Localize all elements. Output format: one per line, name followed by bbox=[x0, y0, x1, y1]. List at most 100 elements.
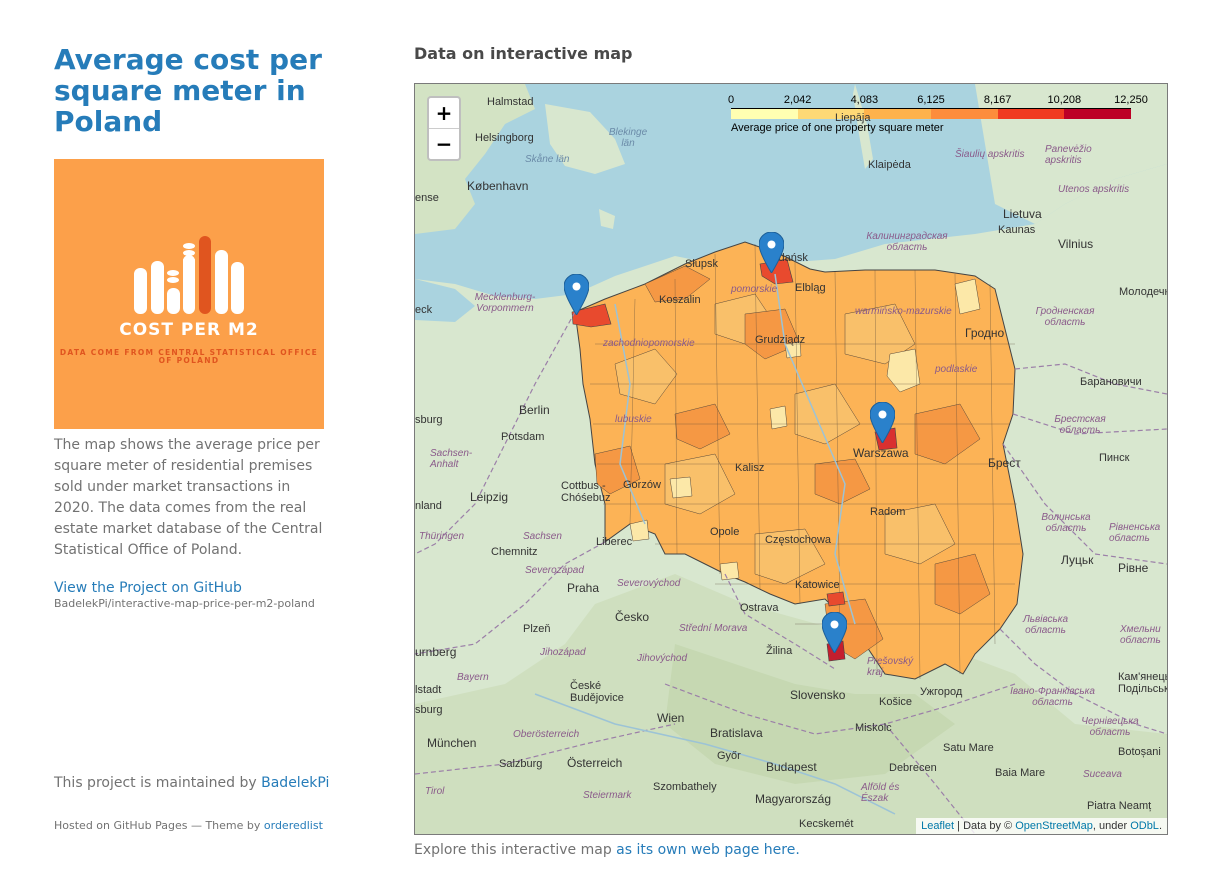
place-label: Рівненська область bbox=[1109, 522, 1161, 544]
legend-tick-label: 4,083 bbox=[850, 94, 879, 106]
place-label: Budapest bbox=[766, 760, 817, 774]
place-label: Debrecen bbox=[889, 762, 937, 774]
place-label: Ostrava bbox=[740, 602, 779, 614]
interactive-map[interactable]: + − 0 2,042 4,083 6,125 8,167 10,208 12,250 Av… bbox=[414, 83, 1168, 835]
own-page-link[interactable]: as its own web page here. bbox=[616, 842, 800, 858]
attribution-end: . bbox=[1158, 820, 1162, 832]
map-marker-icon[interactable] bbox=[759, 232, 784, 273]
place-label: Liepāja bbox=[835, 112, 871, 124]
place-label: Botoșani bbox=[1118, 746, 1161, 758]
legend-color-bar bbox=[731, 108, 1132, 119]
legend-tick-label: 8,167 bbox=[983, 94, 1012, 106]
place-label: Cottbus - Chóśebuz bbox=[561, 480, 611, 504]
place-label: Opole bbox=[710, 526, 740, 538]
legend-tick-label: 12,250 bbox=[1114, 94, 1148, 106]
sidebar: Average cost per square meter in Poland … bbox=[54, 44, 324, 610]
place-label: Berlin bbox=[519, 403, 550, 417]
place-label: Szombathely bbox=[653, 781, 717, 793]
place-label: Skåne län bbox=[525, 154, 570, 165]
map-caption: Explore this interactive map as its own … bbox=[414, 842, 800, 858]
legend-ticks: 0 2,042 4,083 6,125 8,167 10,208 12,250 bbox=[728, 94, 1149, 108]
place-label: zachodniopomorskie bbox=[603, 338, 695, 349]
place-label: Молодечн bbox=[1119, 286, 1168, 298]
legend-tick-label: 6,125 bbox=[917, 94, 945, 106]
place-label: Elbląg bbox=[795, 282, 826, 294]
place-label: Střední Morava bbox=[679, 623, 748, 634]
place-label: podlaskie bbox=[935, 364, 978, 375]
map-marker-icon[interactable] bbox=[822, 612, 847, 653]
map-marker-icon[interactable] bbox=[564, 274, 589, 315]
place-label: nland bbox=[415, 500, 442, 512]
legend-color-swatch bbox=[864, 109, 932, 119]
map-attribution: Leaflet | Data by © OpenStreetMap, under… bbox=[916, 818, 1167, 834]
legend-tick-label: 10,208 bbox=[1047, 94, 1082, 106]
zoom-out-button[interactable]: − bbox=[429, 128, 459, 159]
place-label: Miskolc bbox=[855, 722, 892, 734]
place-label: Vilnius bbox=[1058, 237, 1094, 251]
place-label: Warszawa bbox=[853, 446, 909, 460]
project-logo: COST PER M2 DATA COME FROM CENTRAL STATI… bbox=[54, 159, 324, 429]
place-label: Thüringen bbox=[419, 531, 465, 542]
place-label: Gorzów bbox=[623, 479, 661, 491]
place-label: Częstochowa bbox=[765, 534, 832, 546]
logo-bars-icon bbox=[134, 236, 244, 314]
place-label: Baia Mare bbox=[995, 767, 1046, 779]
place-label: pomorskie bbox=[731, 284, 778, 295]
logo-title: COST PER M2 bbox=[119, 320, 259, 340]
place-label: Liberec bbox=[596, 536, 633, 548]
place-label: sburg bbox=[415, 414, 443, 426]
view-on-github-link[interactable]: View the Project on GitHub bbox=[54, 580, 242, 596]
place-label: Львівська область bbox=[1022, 614, 1069, 636]
place-label: Grudziądz bbox=[755, 334, 806, 346]
place-label: Jihovýchod bbox=[637, 653, 688, 664]
place-label: Bratislava bbox=[710, 726, 763, 740]
place-label: Šiaulių apskritis bbox=[955, 149, 1025, 160]
place-label: Sachsen bbox=[523, 531, 562, 542]
place-label: urnberg bbox=[415, 645, 457, 659]
legend-color-swatch bbox=[731, 109, 798, 119]
place-label: Salzburg bbox=[499, 758, 543, 770]
place-label: Chemnitz bbox=[491, 546, 538, 558]
place-label: Magyarország bbox=[755, 792, 832, 806]
github-repo-name: BadelekPi/interactive-map-price-per-m2-p… bbox=[54, 597, 315, 610]
place-label: Žilina bbox=[766, 645, 793, 657]
place-label: České Budějovice bbox=[570, 680, 624, 704]
odbl-link[interactable]: ODbL bbox=[1130, 820, 1159, 832]
place-label: Klaipėda bbox=[868, 159, 911, 171]
place-label: Oberösterreich bbox=[513, 729, 580, 740]
place-label: Radom bbox=[870, 506, 906, 518]
place-label: København bbox=[467, 179, 529, 193]
legend-color-swatch bbox=[931, 109, 998, 119]
maintained-prefix: This project is maintained by bbox=[54, 775, 262, 791]
place-label: Волинська область bbox=[1041, 512, 1091, 534]
legend-caption: Average price of one property square met… bbox=[731, 122, 944, 134]
place-label: Słupsk bbox=[685, 258, 719, 270]
zoom-in-button[interactable]: + bbox=[429, 98, 459, 128]
place-label: Halmstad bbox=[487, 96, 534, 108]
place-label: Кам'янець-Подільський bbox=[1118, 671, 1167, 695]
place-label: Хмельни область bbox=[1120, 624, 1161, 646]
place-label: ense bbox=[415, 192, 439, 204]
legend-color-swatch bbox=[997, 109, 1065, 119]
hosted-line: Hosted on GitHub Pages — Theme by ordere… bbox=[54, 819, 323, 832]
project-description: The map shows the average price per squa… bbox=[54, 437, 323, 558]
place-label: Panevėžio apskritis bbox=[1045, 144, 1092, 166]
attribution-under: , under bbox=[1092, 820, 1131, 832]
leaflet-link[interactable]: Leaflet bbox=[921, 820, 954, 832]
maintainer-link[interactable]: BadelekPi bbox=[261, 775, 329, 791]
place-label: Steiermark bbox=[583, 790, 632, 801]
theme-link[interactable]: orderedlist bbox=[264, 819, 323, 832]
place-label: Praha bbox=[567, 581, 600, 595]
map-marker-icon[interactable] bbox=[870, 402, 895, 443]
place-label: Severovýchod bbox=[617, 578, 681, 589]
place-label: Plzeň bbox=[523, 623, 551, 635]
place-label: Івано-Франківська область bbox=[1010, 686, 1095, 708]
osm-link[interactable]: OpenStreetMap bbox=[1015, 820, 1093, 832]
place-label: Suceava bbox=[1083, 769, 1122, 780]
map-legend: 0 2,042 4,083 6,125 8,167 10,208 12,250 Averag… bbox=[728, 94, 1149, 134]
place-label: Wien bbox=[657, 711, 685, 725]
place-label: lubuskie bbox=[615, 414, 652, 425]
place-label: Helsingborg bbox=[475, 132, 534, 144]
legend-color-swatch bbox=[1064, 109, 1132, 119]
caption-prefix: Explore this interactive map bbox=[414, 842, 617, 858]
